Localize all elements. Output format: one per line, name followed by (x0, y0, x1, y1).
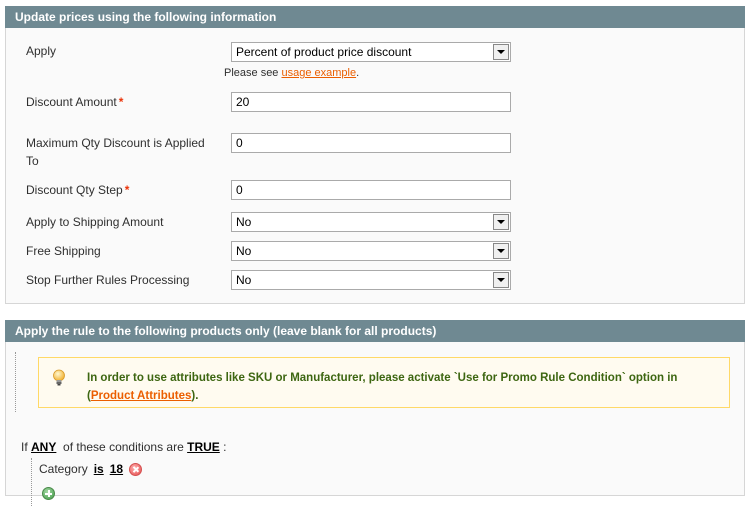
section-header-actions: Update prices using the following inform… (5, 6, 745, 28)
notice-message: In order to use attributes like SKU or M… (38, 357, 730, 408)
required-mark: * (124, 183, 130, 197)
apply-shipping-label: Apply to Shipping Amount (26, 215, 164, 229)
stop-rules-value: No (236, 273, 252, 287)
usage-note-text: Please see (224, 67, 282, 79)
condition-value-link[interactable]: 18 (110, 462, 123, 476)
dropdown-arrow-icon[interactable] (493, 44, 509, 60)
condition-aggregator-line: If ANY of these conditions are TRUE : (21, 440, 226, 454)
stop-rules-label: Stop Further Rules Processing (26, 273, 190, 287)
free-shipping-value: No (236, 244, 252, 258)
apply-shipping-value: No (236, 215, 252, 229)
apply-select-value: Percent of product price discount (236, 45, 412, 59)
discount-amount-input[interactable]: 20 (231, 92, 511, 112)
actions-fieldset: Update prices using the following inform… (5, 6, 745, 304)
apply-shipping-select[interactable]: No (231, 212, 511, 232)
actions-form: Apply Percent of product price discount … (5, 28, 745, 304)
condition-operator-link[interactable]: is (94, 462, 104, 476)
condition-middle-text: of these conditions are (63, 440, 184, 454)
discount-step-input[interactable]: 0 (231, 180, 511, 200)
condition-tree-line (31, 458, 32, 506)
section-header-conditions: Apply the rule to the following products… (5, 320, 745, 342)
remove-condition-icon[interactable] (129, 462, 143, 476)
discount-amount-label: Discount Amount * (26, 93, 216, 111)
condition-prefix: If (21, 440, 28, 454)
free-shipping-label: Free Shipping (26, 244, 101, 258)
notice-paren-close: ). (191, 390, 199, 402)
dropdown-arrow-icon[interactable] (493, 214, 509, 230)
usage-example-link[interactable]: usage example (281, 67, 356, 79)
tree-line (15, 352, 16, 412)
max-qty-label: Maximum Qty Discount is Applied To (26, 136, 205, 168)
usage-note-period: . (356, 67, 360, 79)
notice-text: In order to use attributes like SKU or M… (87, 369, 707, 405)
dropdown-arrow-icon[interactable] (493, 272, 509, 288)
discount-step-label: Discount Qty Step * (26, 181, 216, 199)
condition-value-link[interactable]: TRUE (187, 440, 220, 454)
dropdown-arrow-icon[interactable] (493, 243, 509, 259)
apply-label: Apply (26, 44, 57, 58)
discount-amount-label-text: Discount Amount (26, 95, 117, 109)
condition-item: Category is 18 (39, 462, 143, 476)
aggregator-link[interactable]: ANY (31, 440, 56, 454)
conditions-body: In order to use attributes like SKU or M… (5, 342, 745, 506)
conditions-fieldset: Apply the rule to the following products… (5, 320, 745, 506)
condition-attribute: Category (39, 462, 88, 476)
free-shipping-select[interactable]: No (231, 241, 511, 261)
discount-step-label-text: Discount Qty Step (26, 183, 123, 197)
condition-suffix: : (223, 440, 227, 454)
apply-select[interactable]: Percent of product price discount (231, 42, 511, 62)
stop-rules-select[interactable]: No (231, 270, 511, 290)
required-mark: * (118, 95, 124, 109)
lightbulb-icon (53, 369, 65, 386)
notice-text-body: In order to use attributes like SKU or M… (87, 372, 678, 384)
product-attributes-link[interactable]: Product Attributes (91, 390, 192, 402)
add-condition-icon[interactable] (42, 487, 55, 500)
max-qty-input[interactable]: 0 (231, 133, 511, 153)
usage-note: Please see usage example. (224, 67, 359, 79)
